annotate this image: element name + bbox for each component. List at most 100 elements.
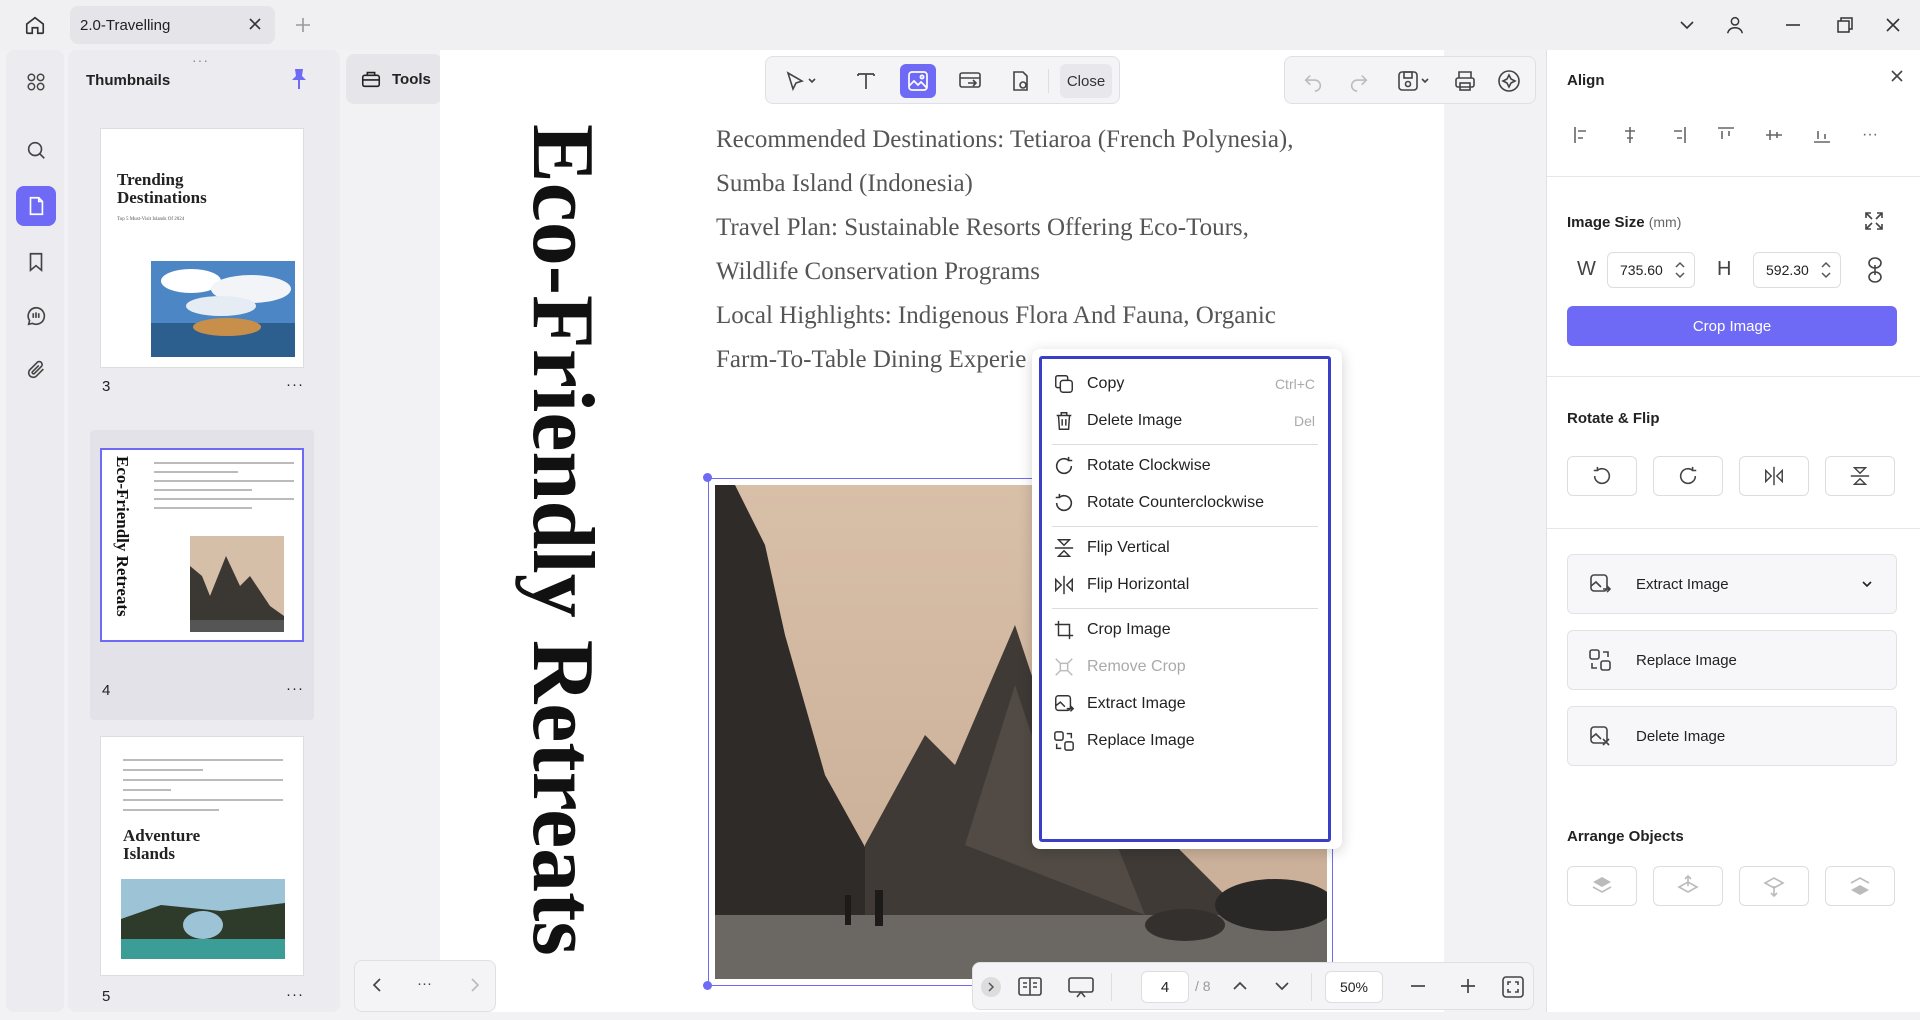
menu-item-copy[interactable]: Copy Ctrl+C: [1047, 364, 1323, 404]
zoom-out-icon[interactable]: [1409, 977, 1427, 995]
width-input[interactable]: 735.60: [1607, 252, 1695, 288]
page-up-icon[interactable]: [1231, 977, 1249, 995]
thumbnail-page-3[interactable]: Trending Destinations Top 5 Must-Visit I…: [100, 128, 304, 368]
zoom-level[interactable]: 50%: [1325, 971, 1383, 1003]
send-to-back-button[interactable]: [1825, 866, 1895, 906]
page-down-icon[interactable]: [1273, 977, 1291, 995]
image-size-unit: (mm): [1648, 214, 1682, 230]
menu-item-label: Flip Vertical: [1087, 539, 1170, 556]
align-left-icon[interactable]: [1565, 118, 1599, 152]
drag-handle-icon[interactable]: ···: [192, 52, 209, 68]
redo-icon[interactable]: [1341, 64, 1377, 98]
select-tool-icon[interactable]: [774, 64, 826, 98]
crop-image-button[interactable]: Crop Image: [1567, 306, 1897, 346]
menu-item-delete-image[interactable]: Delete Image Del: [1047, 401, 1323, 441]
rotate-ccw-button[interactable]: [1567, 456, 1637, 496]
text-line: Travel Plan: Sustainable Resorts Offerin…: [716, 214, 1249, 241]
menu-separator: [1052, 526, 1318, 527]
rotate-flip-title: Rotate & Flip: [1567, 410, 1660, 427]
menu-item-flip-horizontal[interactable]: Flip Horizontal: [1047, 565, 1323, 605]
thumbnail-more-icon[interactable]: ···: [286, 376, 304, 393]
delete-image-button[interactable]: Delete Image: [1567, 706, 1897, 766]
thumbnail-more-icon[interactable]: ···: [286, 680, 304, 697]
lock-ratio-icon[interactable]: [1865, 256, 1885, 284]
height-input[interactable]: 592.30: [1753, 252, 1841, 288]
pin-icon[interactable]: [290, 68, 308, 90]
comment-icon[interactable]: [16, 296, 56, 336]
send-backward-button[interactable]: [1739, 866, 1809, 906]
thumbnail-more-icon[interactable]: ···: [286, 986, 304, 1003]
minimize-icon[interactable]: [1776, 8, 1810, 42]
close-panel-icon[interactable]: [1889, 68, 1905, 84]
align-bottom-icon[interactable]: [1805, 118, 1839, 152]
resize-handle[interactable]: [703, 473, 712, 482]
align-title: Align: [1567, 72, 1605, 89]
search-icon[interactable]: [16, 130, 56, 170]
align-top-icon[interactable]: [1709, 118, 1743, 152]
new-tab-icon[interactable]: [286, 8, 320, 42]
replace-image-button[interactable]: Replace Image: [1567, 630, 1897, 690]
replace-image-icon: [1586, 646, 1614, 674]
menu-item-flip-vertical[interactable]: Flip Vertical: [1047, 528, 1323, 568]
menu-item-replace-image[interactable]: Replace Image: [1047, 721, 1323, 761]
thumbnail-title: Eco-Friendly Retreats: [113, 456, 132, 617]
thumbnail-page-4[interactable]: Eco-Friendly Retreats: [100, 448, 304, 642]
close-toolbar-button[interactable]: Close: [1060, 64, 1112, 98]
align-right-icon[interactable]: [1661, 118, 1695, 152]
align-center-vertical-icon[interactable]: [1757, 118, 1791, 152]
grid-icon[interactable]: [16, 62, 56, 102]
bring-forward-button[interactable]: [1653, 866, 1723, 906]
page-number-input[interactable]: 4: [1141, 971, 1189, 1003]
tools-button[interactable]: Tools: [346, 54, 442, 104]
reading-mode-icon[interactable]: [1017, 975, 1043, 999]
flip-vertical-button[interactable]: [1825, 456, 1895, 496]
text-tool-icon[interactable]: [848, 64, 884, 98]
more-align-icon[interactable]: ···: [1853, 118, 1887, 152]
image-tool-icon[interactable]: [900, 64, 936, 98]
rotate-cw-button[interactable]: [1653, 456, 1723, 496]
width-stepper-icon[interactable]: [1674, 259, 1686, 281]
menu-item-extract-image[interactable]: Extract Image: [1047, 684, 1323, 724]
fit-size-icon[interactable]: [1863, 210, 1885, 232]
link-tool-icon[interactable]: [952, 64, 988, 98]
thumbnails-icon[interactable]: [16, 186, 56, 226]
fit-page-icon[interactable]: [1501, 975, 1525, 999]
resize-handle[interactable]: [703, 981, 712, 990]
chevron-down-icon[interactable]: [1670, 8, 1704, 42]
print-icon[interactable]: [1447, 64, 1483, 98]
extract-image-button[interactable]: Extract Image: [1567, 554, 1897, 614]
close-window-icon[interactable]: [1876, 8, 1910, 42]
zoom-in-icon[interactable]: [1459, 977, 1477, 995]
menu-item-rotate-counterclockwise[interactable]: Rotate Counterclockwise: [1047, 483, 1323, 523]
bring-to-front-button[interactable]: [1567, 866, 1637, 906]
presentation-icon[interactable]: [1067, 975, 1095, 999]
ai-assistant-icon[interactable]: [1491, 64, 1527, 98]
user-icon[interactable]: [1718, 8, 1752, 42]
page-vertical-title[interactable]: Eco-Friendly Retreats: [512, 124, 612, 956]
save-icon[interactable]: [1391, 64, 1437, 98]
nav-more-icon[interactable]: ···: [417, 975, 432, 992]
menu-item-remove-crop[interactable]: Remove Crop: [1047, 647, 1323, 687]
expand-icon[interactable]: [981, 977, 1001, 997]
watermark-tool-icon[interactable]: [1002, 64, 1038, 98]
thumbnail-page-5[interactable]: Adventure Islands: [100, 736, 304, 976]
align-center-horizontal-icon[interactable]: [1613, 118, 1647, 152]
home-icon[interactable]: [18, 8, 52, 42]
menu-item-crop-image[interactable]: Crop Image: [1047, 610, 1323, 650]
text-line: Wildlife Conservation Programs: [716, 258, 1040, 285]
menu-item-rotate-clockwise[interactable]: Rotate Clockwise: [1047, 446, 1323, 486]
menu-item-label: Crop Image: [1087, 621, 1171, 638]
previous-icon[interactable]: [369, 976, 387, 994]
close-tab-icon[interactable]: [247, 16, 263, 32]
restore-icon[interactable]: [1828, 8, 1862, 42]
replace-image-icon: [1051, 728, 1077, 754]
document-tab[interactable]: 2.0-Travelling: [70, 6, 275, 44]
chevron-down-icon[interactable]: [1860, 577, 1874, 591]
attachment-icon[interactable]: [16, 350, 56, 390]
next-icon[interactable]: [465, 976, 483, 994]
bookmark-icon[interactable]: [16, 242, 56, 282]
undo-icon[interactable]: [1295, 64, 1331, 98]
flip-horizontal-button[interactable]: [1739, 456, 1809, 496]
left-sidebar: [6, 50, 64, 1012]
height-stepper-icon[interactable]: [1820, 259, 1832, 281]
